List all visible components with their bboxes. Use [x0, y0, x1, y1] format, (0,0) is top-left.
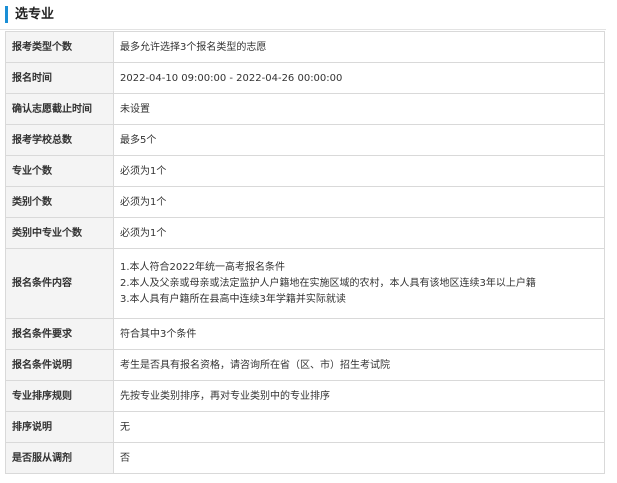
section-accent-bar [5, 6, 8, 23]
row-value-conditions-content: 1.本人符合2022年统一高考报名条件 2.本人及父亲或母亲或法定监护人户籍地在… [113, 248, 605, 319]
table-row: 排序说明 无 [5, 411, 605, 443]
table-row: 类别中专业个数 必须为1个 [5, 217, 605, 249]
row-value-sort-rule: 先按专业类别排序，再对专业类别中的专业排序 [113, 380, 605, 412]
table-row: 专业排序规则 先按专业类别排序，再对专业类别中的专业排序 [5, 380, 605, 412]
condition-line-1: 1.本人符合2022年统一高考报名条件 [120, 261, 285, 273]
row-label-category-count: 类别个数 [5, 186, 114, 218]
table-row: 是否服从调剂 否 [5, 442, 605, 474]
table-row: 专业个数 必须为1个 [5, 155, 605, 187]
section-header: 选专业 [0, 0, 606, 30]
row-label-majors-per-category: 类别中专业个数 [5, 217, 114, 249]
row-label-school-total: 报考学校总数 [5, 124, 114, 156]
condition-line-3: 3.本人具有户籍所在县高中连续3年学籍并实际就读 [120, 293, 346, 305]
table-row: 报考学校总数 最多5个 [5, 124, 605, 156]
condition-line-2: 2.本人及父亲或母亲或法定监护人户籍地在实施区域的农村，本人具有该地区连续3年以… [120, 277, 536, 289]
table-row: 确认志愿截止时间 未设置 [5, 93, 605, 125]
row-label-confirm-deadline: 确认志愿截止时间 [5, 93, 114, 125]
row-label-conditions-content: 报名条件内容 [5, 248, 114, 319]
row-value-accept-adjustment: 否 [113, 442, 605, 474]
major-info-table: 报考类型个数 最多允许选择3个报名类型的志愿 报名时间 2022-04-10 0… [5, 31, 605, 474]
table-row: 报名条件内容 1.本人符合2022年统一高考报名条件 2.本人及父亲或母亲或法定… [5, 248, 605, 319]
row-label-sort-rule: 专业排序规则 [5, 380, 114, 412]
section-title: 选专业 [15, 7, 55, 22]
row-value-application-type-count: 最多允许选择3个报名类型的志愿 [113, 31, 605, 63]
row-value-sort-note: 无 [113, 411, 605, 443]
row-value-registration-time: 2022-04-10 09:00:00 - 2022-04-26 00:00:0… [113, 62, 605, 94]
row-label-major-count: 专业个数 [5, 155, 114, 187]
row-value-conditions-requirement: 符合其中3个条件 [113, 318, 605, 350]
row-label-accept-adjustment: 是否服从调剂 [5, 442, 114, 474]
row-value-school-total: 最多5个 [113, 124, 605, 156]
row-value-major-count: 必须为1个 [113, 155, 605, 187]
table-row: 报名条件要求 符合其中3个条件 [5, 318, 605, 350]
row-label-conditions-requirement: 报名条件要求 [5, 318, 114, 350]
row-value-confirm-deadline: 未设置 [113, 93, 605, 125]
table-row: 报名条件说明 考生是否具有报名资格，请咨询所在省（区、市）招生考试院 [5, 349, 605, 381]
row-label-application-type-count: 报考类型个数 [5, 31, 114, 63]
row-value-category-count: 必须为1个 [113, 186, 605, 218]
table-row: 报考类型个数 最多允许选择3个报名类型的志愿 [5, 31, 605, 63]
row-label-conditions-note: 报名条件说明 [5, 349, 114, 381]
row-value-majors-per-category: 必须为1个 [113, 217, 605, 249]
row-value-conditions-note: 考生是否具有报名资格，请咨询所在省（区、市）招生考试院 [113, 349, 605, 381]
table-row: 类别个数 必须为1个 [5, 186, 605, 218]
table-row: 报名时间 2022-04-10 09:00:00 - 2022-04-26 00… [5, 62, 605, 94]
row-label-registration-time: 报名时间 [5, 62, 114, 94]
row-label-sort-note: 排序说明 [5, 411, 114, 443]
